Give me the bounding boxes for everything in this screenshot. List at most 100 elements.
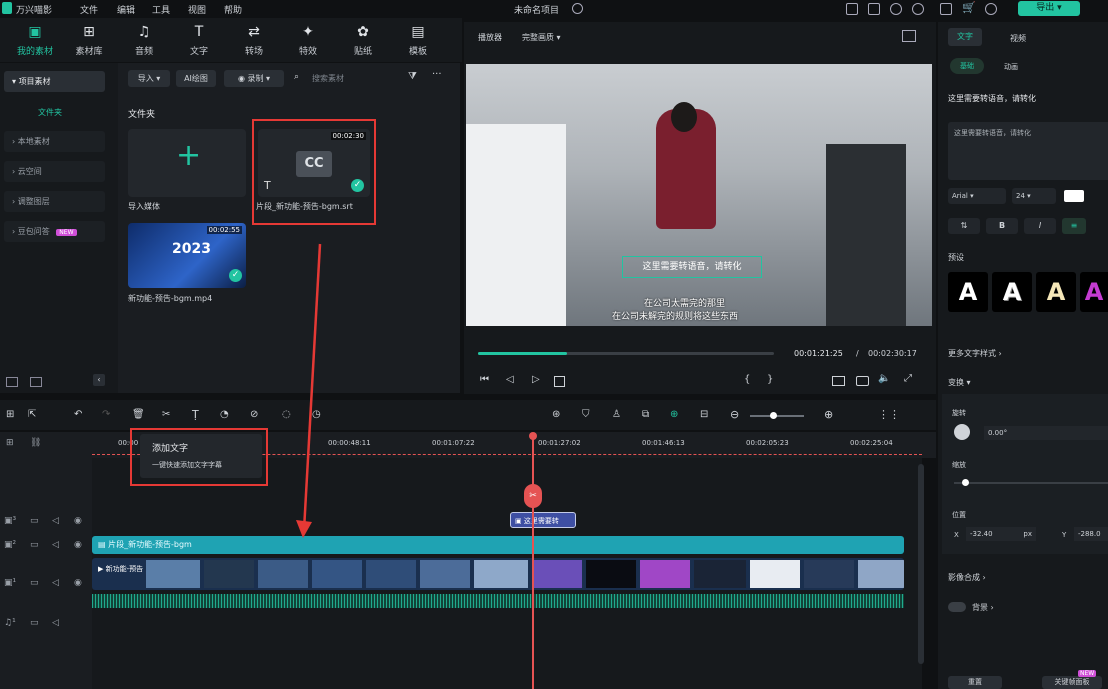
audio-icon[interactable]: ◁ [52,516,59,526]
keyframe-button[interactable]: 关键帧面板 [1042,676,1102,689]
select-tool-icon[interactable]: ⇱ [28,409,36,420]
mic-icon[interactable]: ♙ [612,409,621,420]
bulb-icon[interactable] [912,3,924,15]
folder-add-icon[interactable] [6,377,18,387]
tab-text[interactable]: 文字 [948,28,982,46]
folder-icon[interactable]: ▭ [30,540,39,550]
add-text-icon[interactable]: Ṭ [192,408,199,421]
subtab-animation[interactable]: 动画 [1004,62,1018,72]
rotate-knob[interactable] [954,424,970,440]
video-track-clip[interactable]: ▶ 新功能-预告 [92,558,904,590]
eye-icon[interactable]: ◉ [74,516,82,526]
tab-video[interactable]: 视频 [1010,33,1026,44]
scale-slider[interactable] [954,479,1108,486]
reset-button[interactable]: 重置 [948,676,1002,689]
tool-stock[interactable]: ⊞ 素材库 [64,24,114,57]
more-icon[interactable]: ··· [432,69,442,80]
nav-project-media[interactable]: ▾ 项目素材 [4,71,105,92]
snapshot-icon[interactable] [902,30,916,42]
mark-in-icon[interactable]: { [744,374,750,385]
blend-section[interactable]: 影像合成 › [948,572,986,583]
nav-folder[interactable]: 文件夹 [38,107,62,118]
audio-icon[interactable]: ◁ [52,540,59,550]
transform-section[interactable]: 变换 ▾ [948,377,971,388]
eye-icon[interactable]: ◉ [74,540,82,550]
player-tab[interactable]: 播放器 [478,32,502,43]
ai-draw-button[interactable]: AI绘图 [176,70,216,87]
collapse-icon[interactable]: ‹ [93,374,105,386]
scale-slider-handle[interactable] [962,479,969,486]
subtab-basic[interactable]: 基础 [950,58,984,74]
display-icon[interactable] [832,376,845,386]
layout-grid-icon[interactable]: ⊞ [6,409,14,420]
zoom-slider-handle[interactable] [770,412,777,419]
more-text-options[interactable]: 更多文字样式 › [948,348,1002,359]
font-size-select[interactable]: 24 ▾ [1012,188,1056,204]
eye-icon[interactable]: ◉ [74,578,82,588]
menu-tools[interactable]: 工具 [152,3,170,16]
layout-icon[interactable] [846,3,858,15]
speed-icon[interactable]: ◔ [220,409,229,420]
import-media-tile[interactable]: + [128,129,246,197]
camera-icon[interactable] [856,376,869,386]
font-select[interactable]: Arial ▾ [948,188,1006,204]
menu-edit[interactable]: 编辑 [117,3,135,16]
scene-icon[interactable]: ⧉ [642,409,649,420]
cloud-icon[interactable] [890,3,902,15]
subtitle-edit-box[interactable]: 这里需要转语音，请转化 [622,256,762,278]
play-icon[interactable]: ▷ [532,374,540,385]
zoom-slider[interactable] [750,412,804,419]
prev-frame-icon[interactable]: ⏮ [480,374,489,385]
font-color-swatch[interactable] [1064,190,1084,202]
bold-button[interactable]: B [986,218,1018,234]
quality-select[interactable]: 完整画质 ▾ [522,32,561,43]
text-clip[interactable]: ▣ 这里需要转 [510,512,576,528]
pos-y-input[interactable]: -288.0 [1074,527,1108,541]
settings-icon[interactable] [940,3,952,15]
folder-icon[interactable]: ▭ [30,618,39,628]
italic-button[interactable]: I [1024,218,1056,234]
preset-cream[interactable]: A [1036,272,1076,312]
folder-icon[interactable]: ▭ [30,578,39,588]
play-back-icon[interactable]: ◁ [506,374,514,385]
user-icon[interactable] [985,3,997,15]
video-frame[interactable]: 这里需要转语音，请转化 在公司太需完的那里 在公司未解完的规则将这些东西 [466,64,932,326]
preset-gradient[interactable]: A [1080,272,1108,312]
audio-detach-icon[interactable]: ⊘ [250,409,258,420]
nav-adjust-layer[interactable]: › 调整图层 [4,191,105,212]
zoom-out-icon[interactable]: ⊖ [730,408,739,421]
tool-audio[interactable]: ♫ 音频 [119,24,169,57]
preset-white[interactable]: A [948,272,988,312]
ai-clip-icon[interactable]: ⊕ [670,409,678,420]
line-spacing-button[interactable]: ⇅ [948,218,980,234]
record-button[interactable]: ◉ 录制 ▾ [224,70,284,87]
audio-waveform[interactable] [92,594,904,608]
export-button[interactable]: 导出 ▾ [1018,1,1080,16]
tool-text[interactable]: T 文字 [174,24,224,57]
mark-out-icon[interactable]: } [767,374,773,385]
link-icon[interactable]: ⛓ [30,438,41,448]
nav-local[interactable]: › 本地素材 [4,131,105,152]
filter-icon[interactable]: ⧩ [408,71,417,82]
playhead[interactable] [532,434,534,689]
tool-effects[interactable]: ✦ 特效 [283,24,333,57]
menu-view[interactable]: 视图 [188,3,206,16]
stop-icon[interactable] [554,376,565,387]
scrollbar[interactable] [918,464,924,664]
split-marker[interactable]: ✂ [524,484,542,508]
nav-cloud[interactable]: › 云空间 [4,161,105,182]
import-button[interactable]: 导入 ▾ [128,70,170,87]
nav-doubao[interactable]: › 豆包问答 NEW [4,221,105,242]
tool-sticker[interactable]: ✿ 贴纸 [338,24,388,57]
progress-track[interactable] [478,352,774,355]
text-content-input[interactable]: 这里需要转语音，请转化 [948,122,1108,180]
add-track-icon[interactable]: ⊞ [6,438,14,448]
sync-icon[interactable] [572,3,583,14]
playhead-handle[interactable] [529,432,537,440]
folder-icon[interactable]: ▭ [30,516,39,526]
menu-file[interactable]: 文件 [80,3,98,16]
volume-icon[interactable]: 🔈 [878,373,890,384]
tool-my-media[interactable]: ▣ 我的素材 [10,24,60,57]
pos-x-input[interactable]: -32.40 px [966,527,1036,541]
cart-icon[interactable]: 🛒 [962,1,976,14]
